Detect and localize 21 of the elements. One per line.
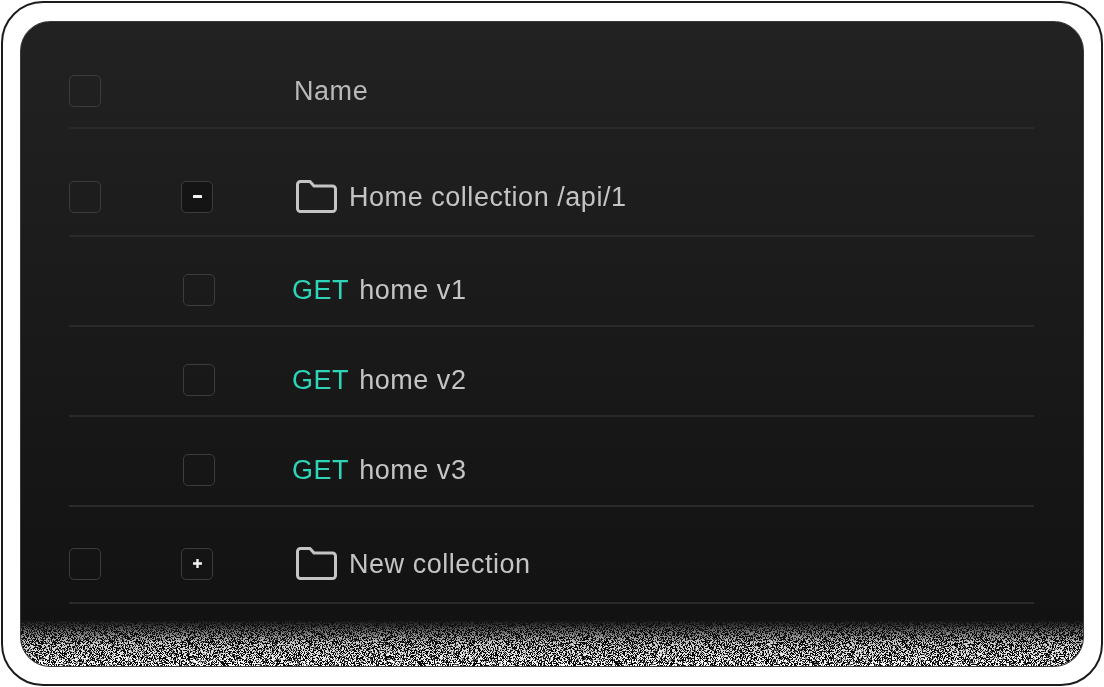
collapse-button[interactable] [181, 180, 213, 213]
collection-name: New collection [349, 547, 531, 580]
method-label: GET [292, 274, 350, 306]
request-name: home v2 [359, 364, 467, 396]
request-name: home v3 [359, 454, 467, 486]
expand-button[interactable] [181, 547, 213, 580]
select-all-checkbox[interactable] [69, 75, 101, 107]
row-checkbox[interactable] [69, 547, 101, 580]
folder-icon [296, 547, 337, 580]
folder-icon [296, 180, 337, 213]
plus-icon [192, 559, 202, 568]
row-checkbox[interactable] [183, 364, 215, 396]
row-checkbox[interactable] [183, 454, 215, 486]
method-label: GET [292, 454, 350, 486]
method-label: GET [292, 364, 350, 396]
request-name: home v1 [359, 274, 467, 306]
collection-name: Home collection /api/1 [349, 180, 627, 213]
row-checkbox[interactable] [69, 180, 101, 213]
row-checkbox[interactable] [183, 274, 215, 306]
column-header: Name [294, 75, 369, 107]
minus-icon [192, 195, 202, 198]
